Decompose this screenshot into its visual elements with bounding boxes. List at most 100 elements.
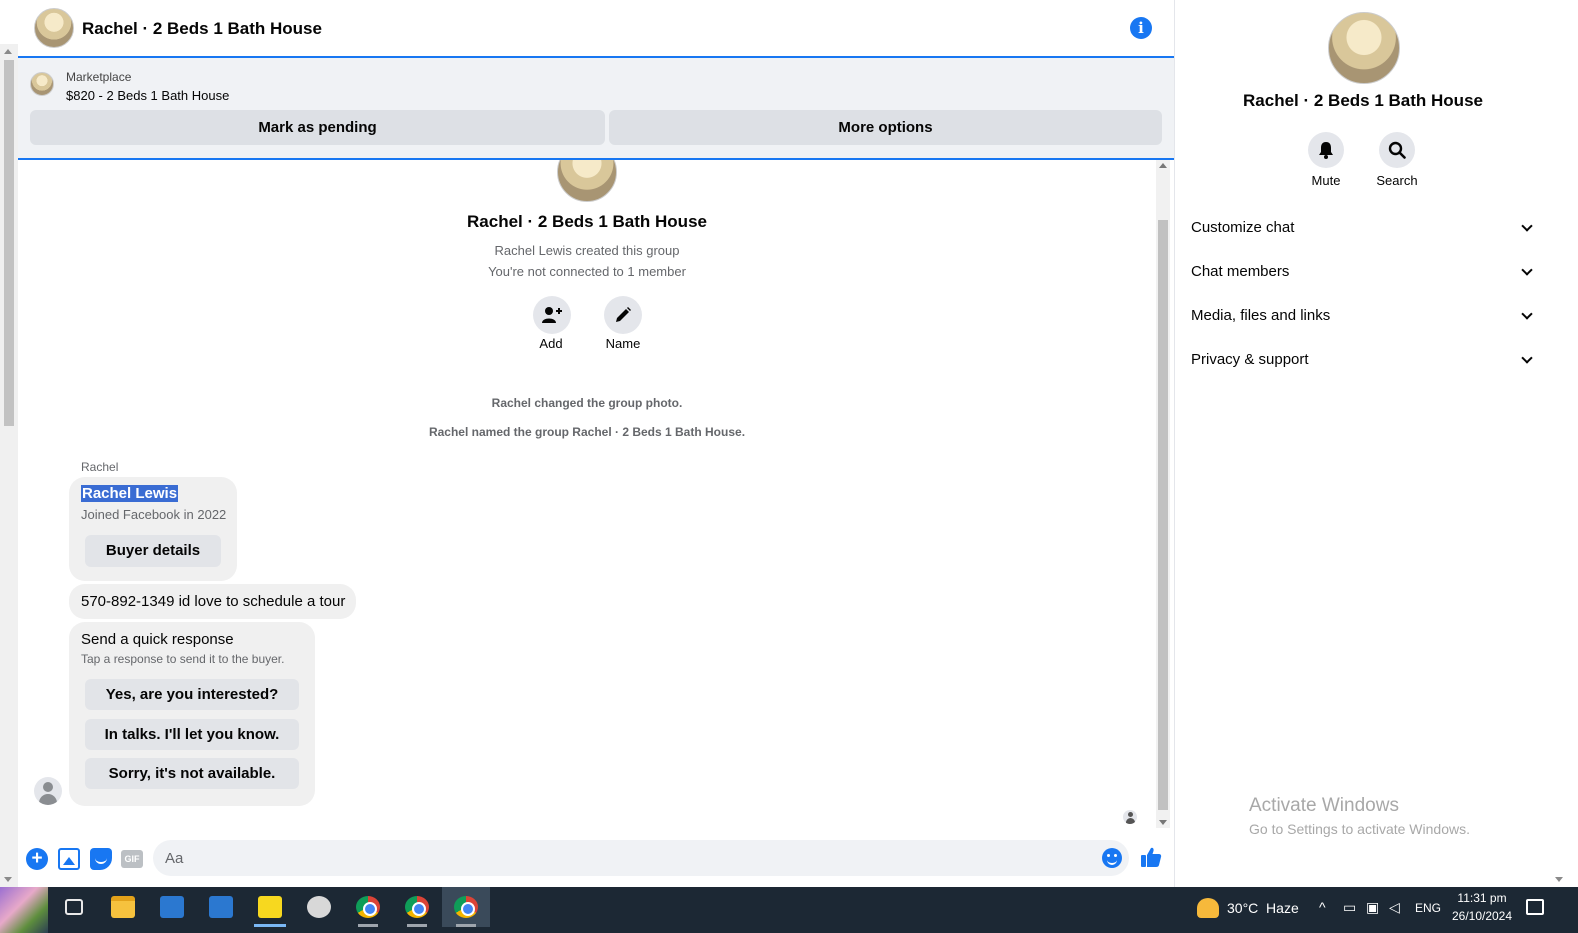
group-connection-status: You're not connected to 1 member [488, 264, 686, 279]
scrollbar-thumb[interactable] [4, 60, 14, 426]
more-options-button[interactable]: More options [609, 110, 1162, 145]
name-label: Name [605, 336, 641, 351]
taskbar-store[interactable] [148, 887, 196, 927]
mute-button[interactable] [1308, 132, 1344, 168]
listing-thumbnail[interactable] [30, 72, 54, 96]
chevron-down-icon [1521, 220, 1533, 232]
messenger-window: Rachel · 2 Beds 1 Bath House i Marketpla… [0, 0, 1578, 933]
system-message: Rachel named the group Rachel · 2 Beds 1… [428, 425, 746, 439]
listing-title[interactable]: $820 - 2 Beds 1 Bath House [66, 88, 229, 103]
windows-taskbar: 30°C Haze ^ ▭ ▣ ◁ ENG 11:31 pm 26/10/202… [0, 887, 1578, 933]
scroll-down-arrow-icon[interactable] [1555, 877, 1563, 882]
person-icon-body [39, 794, 57, 805]
section-label: Customize chat [1191, 219, 1295, 236]
gif-icon[interactable]: GIF [121, 850, 143, 868]
volume-muted-icon[interactable]: ◁ [1389, 899, 1400, 916]
sticky-notes-icon [258, 896, 282, 918]
section-media-files-links[interactable]: Media, files and links [1191, 296, 1541, 336]
chat-title[interactable]: Rachel · 2 Beds 1 Bath House [82, 19, 322, 39]
weather-icon[interactable] [1197, 898, 1219, 918]
mark-pending-button[interactable]: Mark as pending [30, 110, 605, 145]
group-title: Rachel · 2 Beds 1 Bath House [467, 212, 707, 231]
chrome-icon [454, 896, 478, 918]
photo-icon[interactable] [58, 848, 80, 870]
plus-icon[interactable]: + [26, 848, 48, 870]
thumbs-up-icon[interactable] [1140, 846, 1162, 874]
add-member-button[interactable] [533, 296, 571, 334]
search-label: Search [1376, 173, 1418, 188]
taskbar-chrome-profile-3[interactable] [442, 887, 490, 927]
sender-name: Rachel [81, 460, 119, 474]
add-label: Add [539, 336, 563, 351]
info-icon[interactable]: i [1130, 17, 1152, 39]
search-button[interactable] [1379, 132, 1415, 168]
chevron-up-icon[interactable]: ^ [1319, 899, 1326, 915]
message-composer: + GIF [18, 832, 1174, 886]
scroll-up-arrow-icon[interactable] [4, 49, 12, 54]
panel-title: Rachel · 2 Beds 1 Bath House [1243, 91, 1483, 110]
clock-date[interactable]: 26/10/2024 [1450, 909, 1514, 923]
quick-response-heading: Send a quick response [81, 631, 234, 648]
panel-scrollbar[interactable] [1550, 0, 1568, 887]
scroll-down-arrow-icon[interactable] [4, 877, 12, 882]
quick-response-option[interactable]: Yes, are you interested? [85, 679, 299, 710]
quick-response-option[interactable]: Sorry, it's not available. [85, 758, 299, 789]
section-chat-members[interactable]: Chat members [1191, 252, 1541, 292]
chrome-icon [356, 896, 380, 918]
buyer-details-button[interactable]: Buyer details [85, 535, 221, 567]
watermark-subtitle: Go to Settings to activate Windows. [1249, 821, 1470, 837]
section-customize-chat[interactable]: Customize chat [1191, 208, 1541, 248]
quick-response-subheading: Tap a response to send it to the buyer. [81, 652, 285, 666]
page-scrollbar[interactable] [0, 44, 18, 887]
weather-text[interactable]: 30°C Haze [1227, 900, 1299, 916]
person-icon [43, 782, 53, 792]
message-list-scrollbar[interactable] [1156, 160, 1170, 828]
scroll-up-arrow-icon[interactable] [1159, 163, 1167, 168]
taskbar-paint[interactable] [295, 887, 343, 927]
taskbar-file-explorer[interactable] [99, 887, 147, 927]
chat-header: Rachel · 2 Beds 1 Bath House i [18, 0, 1174, 58]
network-icon[interactable]: ▣ [1366, 899, 1379, 916]
panel-group-avatar[interactable] [1328, 12, 1400, 84]
language-indicator[interactable]: ENG [1415, 901, 1441, 915]
message-list: Rachel · 2 Beds 1 Bath House Rachel Lewi… [18, 160, 1156, 830]
marketplace-label: Marketplace [66, 70, 132, 84]
paint-icon [307, 896, 331, 918]
buyer-name[interactable]: Rachel Lewis [81, 485, 179, 502]
message-input[interactable] [153, 840, 1129, 876]
section-label: Chat members [1191, 263, 1290, 280]
mail-icon [209, 896, 233, 918]
emoji-icon[interactable] [1102, 848, 1122, 868]
sticker-icon[interactable] [90, 848, 112, 870]
taskbar-sticky-notes[interactable] [246, 887, 294, 927]
rename-group-button[interactable] [604, 296, 642, 334]
section-label: Privacy & support [1191, 351, 1309, 368]
buyer-card-message[interactable]: Rachel Lewis Joined Facebook in 2022 Buy… [69, 477, 237, 581]
taskbar-mail[interactable] [197, 887, 245, 927]
person-icon [1128, 812, 1133, 817]
bell-icon [1319, 142, 1333, 159]
seen-indicator-avatar [1123, 810, 1137, 824]
quick-response-option[interactable]: In talks. I'll let you know. [85, 719, 299, 750]
meet-icon[interactable]: ▭ [1343, 899, 1356, 916]
sender-avatar[interactable] [34, 777, 62, 805]
clock-time[interactable]: 11:31 pm [1450, 891, 1514, 905]
section-label: Media, files and links [1191, 307, 1331, 324]
folder-icon [111, 896, 135, 918]
scrollbar-thumb[interactable] [1158, 220, 1168, 810]
chrome-icon [405, 896, 429, 918]
group-avatar[interactable] [34, 8, 74, 48]
task-view-button[interactable] [50, 887, 98, 927]
start-button-wallpaper-icon[interactable] [0, 887, 48, 933]
section-privacy-support[interactable]: Privacy & support [1191, 340, 1541, 380]
activate-windows-watermark: Activate Windows Go to Settings to activ… [1249, 795, 1470, 837]
notification-icon[interactable] [1526, 899, 1544, 915]
system-message: Rachel changed the group photo. [491, 396, 683, 410]
taskbar-chrome-profile-2[interactable] [393, 887, 441, 927]
text-message[interactable]: 570-892-1349 id love to schedule a tour [69, 584, 356, 619]
store-icon [160, 896, 184, 918]
scroll-down-arrow-icon[interactable] [1159, 820, 1167, 825]
pencil-icon [616, 307, 631, 322]
taskbar-chrome-profile-1[interactable] [344, 887, 392, 927]
group-photo [557, 160, 617, 202]
